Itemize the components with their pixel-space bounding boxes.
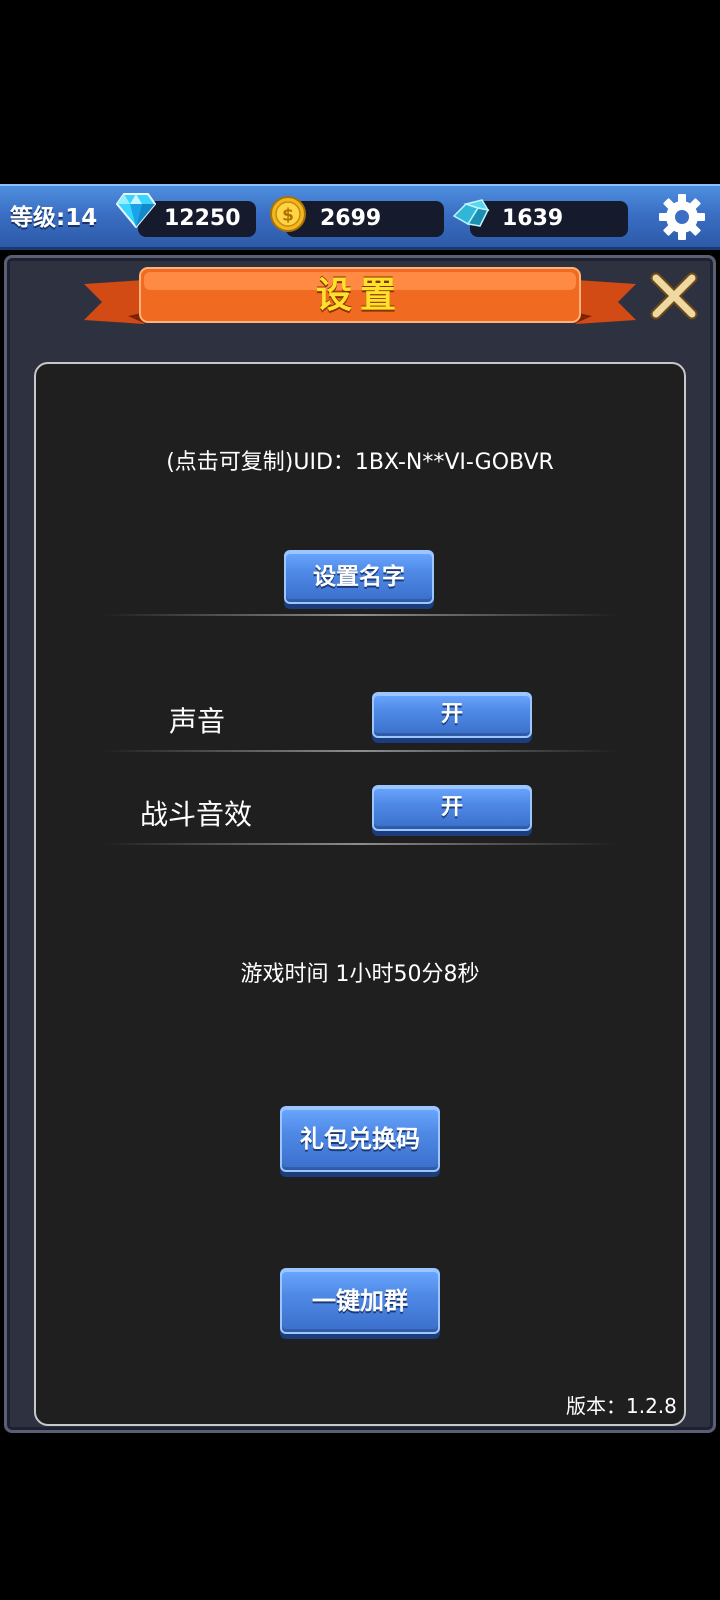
dialog-title: 设置: [315, 275, 404, 316]
battle-sfx-label: 战斗音效: [140, 798, 253, 831]
gold-coin-icon: $: [270, 196, 306, 232]
sound-toggle-button[interactable]: 开: [372, 692, 532, 738]
crystal-counter: 1639: [470, 201, 628, 237]
player-level: 等级:14: [10, 205, 98, 231]
play-time-text: 游戏时间 1小时50分8秒: [240, 962, 480, 987]
resource-bar: 等级:14 12250 2699 1639: [0, 184, 720, 250]
gift-code-button[interactable]: 礼包兑换码: [280, 1106, 440, 1172]
set-name-button[interactable]: 设置名字: [284, 550, 434, 604]
version-text: 版本：1.2.8: [566, 1394, 677, 1418]
sound-label: 声音: [169, 705, 226, 738]
crystal-icon: [452, 199, 490, 227]
divider: [104, 843, 616, 845]
gold-count: 2699: [320, 206, 382, 231]
settings-panel: [34, 362, 686, 1426]
diamond-icon: [116, 193, 156, 228]
close-icon[interactable]: [650, 272, 698, 320]
game-screen: 等级:14 12250 2699 1639 $ 设置 (点击可复制)UID：1B…: [0, 0, 720, 1600]
diamond-count: 12250: [164, 206, 241, 231]
divider: [104, 614, 616, 616]
crystal-count: 1639: [502, 206, 564, 231]
uid-copy-text[interactable]: (点击可复制)UID：1BX-N**VI-GOBVR: [34, 444, 686, 476]
gear-icon[interactable]: [658, 193, 706, 241]
join-group-button[interactable]: 一键加群: [280, 1268, 440, 1334]
divider: [104, 750, 616, 752]
battle-sfx-toggle-button[interactable]: 开: [372, 785, 532, 831]
svg-text:$: $: [282, 206, 294, 226]
gold-counter: 2699: [286, 201, 444, 237]
